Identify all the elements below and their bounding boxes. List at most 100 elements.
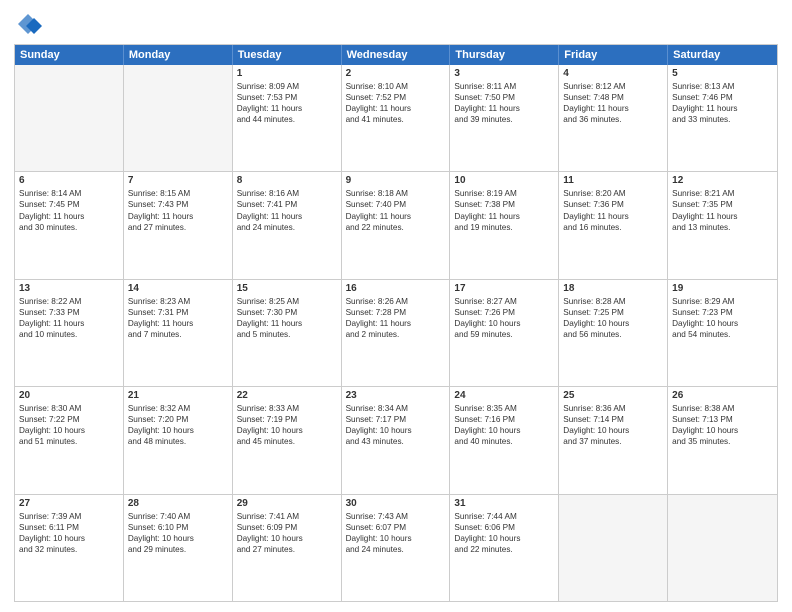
calendar-cell: 21Sunrise: 8:32 AMSunset: 7:20 PMDayligh… xyxy=(124,387,233,493)
cell-line: Sunset: 7:46 PM xyxy=(672,92,773,103)
cell-line: Daylight: 11 hours xyxy=(454,211,554,222)
cell-line: Sunset: 7:17 PM xyxy=(346,414,446,425)
day-number: 31 xyxy=(454,498,554,509)
cell-line: and 24 minutes. xyxy=(346,544,446,555)
day-number: 5 xyxy=(672,68,773,79)
cell-line: Sunset: 7:30 PM xyxy=(237,307,337,318)
calendar-cell: 30Sunrise: 7:43 AMSunset: 6:07 PMDayligh… xyxy=(342,495,451,601)
cell-line: Sunset: 7:33 PM xyxy=(19,307,119,318)
day-number: 7 xyxy=(128,175,228,186)
calendar-cell: 8Sunrise: 8:16 AMSunset: 7:41 PMDaylight… xyxy=(233,172,342,278)
day-number: 8 xyxy=(237,175,337,186)
cell-line: and 16 minutes. xyxy=(563,222,663,233)
cell-line: Sunset: 7:48 PM xyxy=(563,92,663,103)
day-number: 22 xyxy=(237,390,337,401)
cell-line: Daylight: 11 hours xyxy=(19,211,119,222)
cell-line: Daylight: 10 hours xyxy=(672,425,773,436)
day-number: 25 xyxy=(563,390,663,401)
cell-line: and 43 minutes. xyxy=(346,436,446,447)
calendar-cell: 6Sunrise: 8:14 AMSunset: 7:45 PMDaylight… xyxy=(15,172,124,278)
cell-line: Sunrise: 8:23 AM xyxy=(128,296,228,307)
cell-line: Daylight: 11 hours xyxy=(672,103,773,114)
day-number: 13 xyxy=(19,283,119,294)
cell-line: Daylight: 11 hours xyxy=(237,318,337,329)
cell-line: and 35 minutes. xyxy=(672,436,773,447)
cell-line: Daylight: 10 hours xyxy=(19,425,119,436)
calendar-header: SundayMondayTuesdayWednesdayThursdayFrid… xyxy=(15,45,777,65)
cell-line: and 37 minutes. xyxy=(563,436,663,447)
cell-line: Sunrise: 8:11 AM xyxy=(454,81,554,92)
cell-line: Sunset: 7:35 PM xyxy=(672,199,773,210)
cell-line: and 7 minutes. xyxy=(128,329,228,340)
cell-line: Sunset: 7:52 PM xyxy=(346,92,446,103)
cell-line: and 29 minutes. xyxy=(128,544,228,555)
day-number: 3 xyxy=(454,68,554,79)
calendar-cell: 9Sunrise: 8:18 AMSunset: 7:40 PMDaylight… xyxy=(342,172,451,278)
logo-icon xyxy=(14,10,42,38)
cell-line: Sunset: 7:43 PM xyxy=(128,199,228,210)
cell-line: Daylight: 10 hours xyxy=(128,425,228,436)
cell-line: and 30 minutes. xyxy=(19,222,119,233)
day-number: 9 xyxy=(346,175,446,186)
cell-line: and 59 minutes. xyxy=(454,329,554,340)
calendar-cell: 2Sunrise: 8:10 AMSunset: 7:52 PMDaylight… xyxy=(342,65,451,171)
calendar-cell: 12Sunrise: 8:21 AMSunset: 7:35 PMDayligh… xyxy=(668,172,777,278)
calendar-cell: 5 Sunrise: 8:13 AMSunset: 7:46 PMDaylight… xyxy=(668,65,777,171)
cell-line: Sunrise: 8:30 AM xyxy=(19,403,119,414)
day-number: 16 xyxy=(346,283,446,294)
cell-line: Sunrise: 8:27 AM xyxy=(454,296,554,307)
cell-line: Sunrise: 8:10 AM xyxy=(346,81,446,92)
calendar-row: 6Sunrise: 8:14 AMSunset: 7:45 PMDaylight… xyxy=(15,171,777,278)
cell-line: Daylight: 11 hours xyxy=(454,103,554,114)
cell-line: and 44 minutes. xyxy=(237,114,337,125)
page: SundayMondayTuesdayWednesdayThursdayFrid… xyxy=(0,0,792,612)
cell-line: and 22 minutes. xyxy=(454,544,554,555)
cell-line: Daylight: 10 hours xyxy=(563,425,663,436)
cell-line: Sunrise: 7:39 AM xyxy=(19,511,119,522)
calendar-header-cell: Friday xyxy=(559,45,668,65)
cell-line: Sunrise: 8:09 AM xyxy=(237,81,337,92)
day-number: 21 xyxy=(128,390,228,401)
cell-line: Daylight: 11 hours xyxy=(346,211,446,222)
cell-line: Sunset: 7:16 PM xyxy=(454,414,554,425)
cell-line: Daylight: 10 hours xyxy=(346,533,446,544)
calendar-row: 27Sunrise: 7:39 AMSunset: 6:11 PMDayligh… xyxy=(15,494,777,601)
cell-line: Sunrise: 8:32 AM xyxy=(128,403,228,414)
calendar-header-cell: Tuesday xyxy=(233,45,342,65)
cell-line: and 56 minutes. xyxy=(563,329,663,340)
calendar-cell: 17Sunrise: 8:27 AMSunset: 7:26 PMDayligh… xyxy=(450,280,559,386)
calendar-cell: 26Sunrise: 8:38 AMSunset: 7:13 PMDayligh… xyxy=(668,387,777,493)
day-number: 20 xyxy=(19,390,119,401)
cell-line: Sunset: 7:14 PM xyxy=(563,414,663,425)
cell-line: Sunrise: 7:40 AM xyxy=(128,511,228,522)
cell-line: Daylight: 10 hours xyxy=(346,425,446,436)
cell-line: Sunset: 7:22 PM xyxy=(19,414,119,425)
cell-line: Daylight: 10 hours xyxy=(672,318,773,329)
calendar-cell: 10Sunrise: 8:19 AMSunset: 7:38 PMDayligh… xyxy=(450,172,559,278)
day-number: 14 xyxy=(128,283,228,294)
cell-line: and 27 minutes. xyxy=(237,544,337,555)
cell-line: and 10 minutes. xyxy=(19,329,119,340)
cell-line: Sunset: 7:19 PM xyxy=(237,414,337,425)
calendar-cell: 7Sunrise: 8:15 AMSunset: 7:43 PMDaylight… xyxy=(124,172,233,278)
cell-line: Daylight: 10 hours xyxy=(563,318,663,329)
cell-line: Sunset: 7:23 PM xyxy=(672,307,773,318)
cell-line: Sunset: 6:09 PM xyxy=(237,522,337,533)
cell-line: and 54 minutes. xyxy=(672,329,773,340)
calendar-row: 13Sunrise: 8:22 AMSunset: 7:33 PMDayligh… xyxy=(15,279,777,386)
cell-line: Sunrise: 8:13 AM xyxy=(672,81,773,92)
cell-line: and 48 minutes. xyxy=(128,436,228,447)
cell-line: and 13 minutes. xyxy=(672,222,773,233)
cell-line: Daylight: 11 hours xyxy=(672,211,773,222)
cell-line: Sunrise: 8:22 AM xyxy=(19,296,119,307)
header xyxy=(14,10,778,38)
cell-line: Sunset: 7:40 PM xyxy=(346,199,446,210)
cell-line: Daylight: 11 hours xyxy=(19,318,119,329)
cell-line: and 51 minutes. xyxy=(19,436,119,447)
cell-line: Daylight: 10 hours xyxy=(237,425,337,436)
cell-line: Sunset: 7:50 PM xyxy=(454,92,554,103)
cell-line: Daylight: 11 hours xyxy=(346,318,446,329)
cell-line: Daylight: 11 hours xyxy=(237,211,337,222)
cell-line: Daylight: 11 hours xyxy=(237,103,337,114)
logo xyxy=(14,10,46,38)
